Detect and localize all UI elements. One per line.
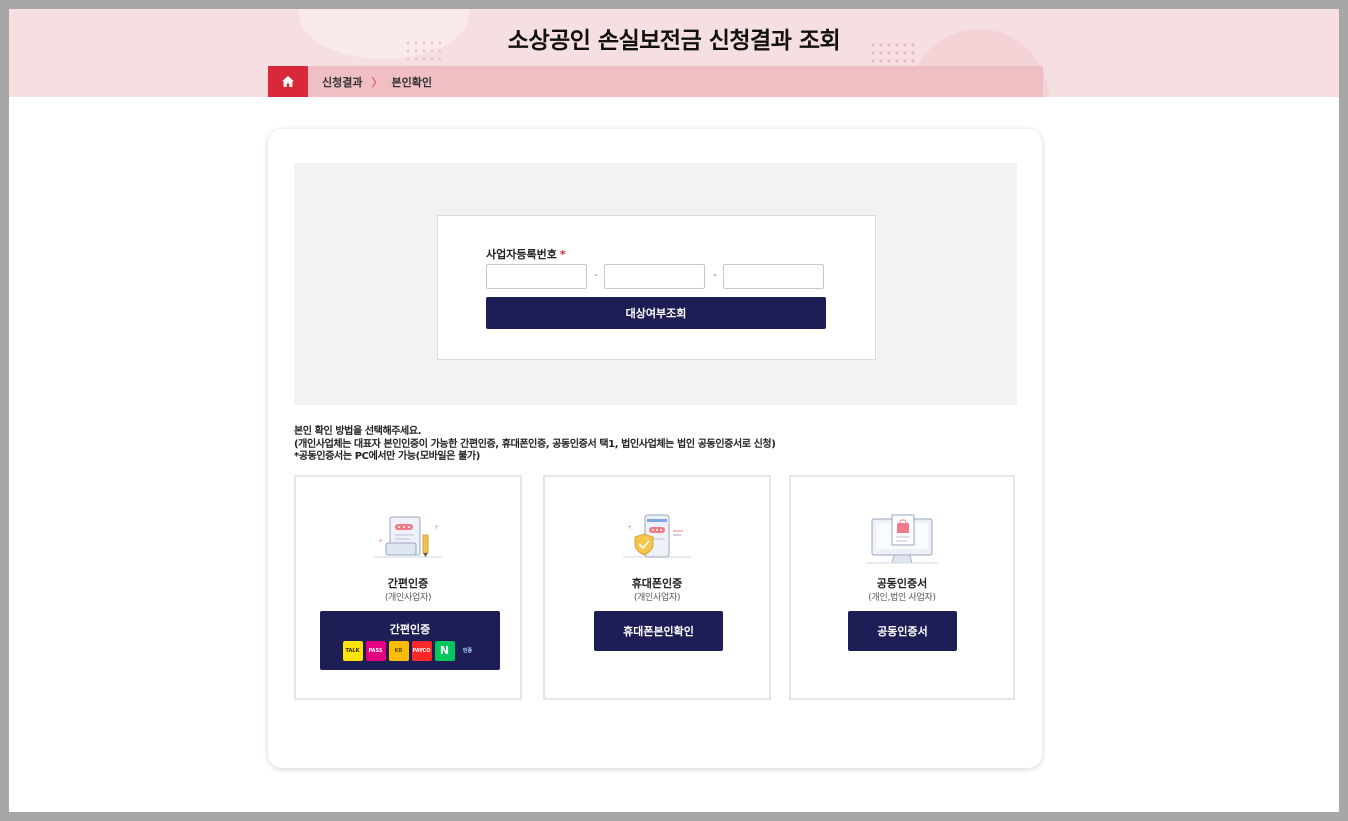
method-title: 공동인증서 [876, 577, 928, 590]
pass-icon: PASS [365, 640, 386, 661]
naver-icon: N [434, 640, 455, 661]
method-title: 간편인증 [387, 577, 429, 590]
chevron-right-icon: 〉 [371, 75, 383, 89]
breadcrumb-item-verify: 본인확인 [391, 75, 432, 89]
illustration-wrapper: + [545, 513, 769, 569]
business-number-input-2[interactable] [604, 264, 705, 289]
hero-banner: 소상공인 손실보전금 신청결과 조회 신청결과 〉 본인확인 [9, 9, 1339, 97]
method-card-phone-auth: + 휴대폰인증 (개인사업자) 휴대폰본인확인 [543, 475, 771, 700]
payco-icon: PAYCO [411, 640, 432, 661]
home-icon [282, 76, 294, 87]
illustration-wrapper: + + [296, 513, 520, 569]
business-number-input-1[interactable] [486, 264, 587, 289]
breadcrumb-item-result[interactable]: 신청결과 [322, 74, 362, 90]
svg-text:+: + [378, 538, 383, 545]
method-title: 휴대폰인증 [631, 577, 683, 590]
method-card-certificate: 공동인증서 (개인,법인 사업자) 공동인증서 [789, 475, 1015, 700]
monitor-certificate-icon [866, 514, 938, 564]
illustration-wrapper [791, 513, 1013, 569]
method-card-simple-auth: + + 간편인증 (개인사업자) 간편인증 TALK PASS KB PAYCO… [294, 475, 522, 700]
certificate-button[interactable]: 공동인증서 [848, 611, 957, 651]
instruction-line: *공동인증서는 PC에서만 가능(모바일은 불가) [294, 451, 480, 462]
page-title: 소상공인 손실보전금 신청결과 조회 [507, 28, 841, 54]
business-number-input-3[interactable] [723, 264, 824, 289]
business-number-label-text: 사업자등록번호 [486, 248, 557, 261]
svg-text:+: + [434, 524, 439, 531]
method-subtitle: (개인,법인 사업자) [868, 593, 936, 603]
provider-logos: TALK PASS KB PAYCO N 인증 [342, 640, 478, 661]
business-number-label: 사업자등록번호 * [486, 246, 566, 262]
dash-separator: - [594, 268, 598, 281]
phone-shield-icon: + [623, 514, 691, 558]
eligibility-check-button[interactable]: 대상여부조회 [486, 297, 826, 329]
instruction-line: 본인 확인 방법을 선택해주세요. [294, 426, 422, 437]
instructions: 본인 확인 방법을 선택해주세요. (개인사업체는 대표자 본인인증이 가능한 … [294, 426, 776, 464]
lookup-form: 사업자등록번호 * - - 대상여부조회 [437, 215, 876, 360]
required-mark: * [559, 248, 566, 261]
home-button[interactable] [268, 66, 308, 97]
svg-text:+: + [627, 524, 632, 531]
shinhan-icon: 인증 [457, 640, 478, 661]
instruction-line: (개인사업체는 대표자 본인인증이 가능한 간편인증, 휴대폰인증, 공동인증서… [294, 438, 776, 450]
main-card: 사업자등록번호 * - - 대상여부조회 본인 확인 방법을 선택해주세요. (개… [268, 129, 1042, 768]
kakao-talk-icon: TALK [342, 640, 363, 661]
method-subtitle: (개인사업자) [633, 593, 681, 603]
phone-auth-button[interactable]: 휴대폰본인확인 [594, 611, 723, 651]
breadcrumb: 신청결과 〉 본인확인 [268, 66, 1043, 97]
document-pen-icon: + + [374, 516, 442, 558]
dash-separator: - [713, 268, 717, 281]
simple-auth-button-label: 간편인증 [389, 622, 431, 636]
page-frame: 소상공인 손실보전금 신청결과 조회 신청결과 〉 본인확인 사업자등록번호 * … [9, 9, 1339, 812]
lookup-panel: 사업자등록번호 * - - 대상여부조회 [294, 163, 1017, 405]
simple-auth-button[interactable]: 간편인증 TALK PASS KB PAYCO N 인증 [320, 611, 500, 670]
kb-icon: KB [388, 640, 409, 661]
method-subtitle: (개인사업자) [384, 593, 432, 603]
